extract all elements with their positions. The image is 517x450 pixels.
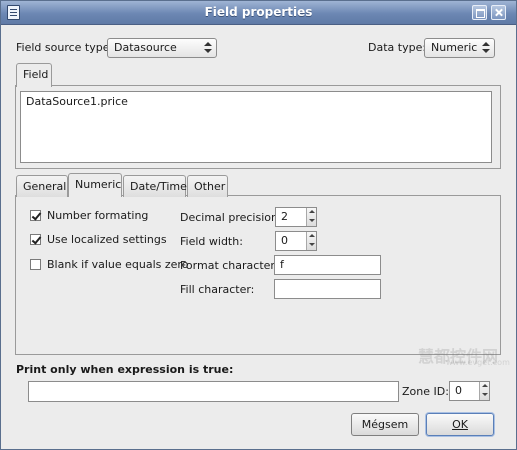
tab-field[interactable]: Field: [16, 63, 52, 87]
tab-other[interactable]: Other: [187, 175, 228, 197]
cancel-button-label: Mégsem: [361, 418, 409, 431]
zone-id-spinner[interactable]: 0: [449, 381, 490, 401]
field-expression-value: DataSource1.price: [26, 95, 128, 108]
fill-character-label: Fill character:: [180, 283, 255, 296]
print-expression-input[interactable]: [28, 381, 399, 402]
spinner-buttons[interactable]: [479, 382, 489, 400]
watermark-url: www.evget.com: [446, 358, 510, 367]
format-character-input[interactable]: f: [274, 255, 381, 275]
spin-down-icon[interactable]: [309, 243, 315, 246]
spinner-buttons[interactable]: [306, 232, 316, 250]
number-formatting-checkbox[interactable]: [30, 210, 41, 221]
localized-settings-checkbox[interactable]: [30, 234, 41, 245]
blank-zero-checkbox[interactable]: [30, 259, 41, 270]
tab-general[interactable]: General: [16, 175, 68, 197]
field-width-label: Field width:: [180, 235, 243, 248]
decimal-precision-spinner[interactable]: 2: [275, 207, 317, 227]
decimal-precision-value: 2: [281, 210, 288, 223]
zone-id-value: 0: [455, 384, 462, 397]
spin-up-icon[interactable]: [309, 234, 315, 237]
source-type-select[interactable]: Datasource: [107, 38, 217, 58]
tab-field-label: Field: [23, 68, 49, 81]
spin-up-icon[interactable]: [309, 210, 315, 213]
combo-arrows-icon: [482, 41, 490, 55]
source-type-label: Field source type:: [16, 41, 114, 54]
window-title: Field properties: [204, 5, 313, 19]
tab-datetime[interactable]: Date/Time: [123, 175, 187, 197]
ok-button-label: OK: [452, 418, 468, 431]
source-type-value: Datasource: [114, 41, 177, 54]
fill-character-input[interactable]: [274, 279, 381, 299]
format-character-value: f: [280, 258, 284, 271]
field-width-value: 0: [281, 234, 288, 247]
field-expression-textarea[interactable]: DataSource1.price: [20, 91, 492, 163]
title-bar[interactable]: Field properties: [1, 1, 516, 25]
combo-arrows-icon: [204, 41, 212, 55]
zone-id-label: Zone ID:: [402, 385, 449, 398]
maximize-icon[interactable]: [472, 5, 487, 20]
localized-settings-label: Use localized settings: [47, 233, 167, 246]
tab-general-label: General: [23, 180, 67, 193]
cancel-button[interactable]: Mégsem: [351, 413, 419, 436]
spin-up-icon[interactable]: [482, 384, 488, 387]
tab-other-label: Other: [194, 180, 226, 193]
spin-down-icon[interactable]: [482, 393, 488, 396]
field-width-spinner[interactable]: 0: [275, 231, 317, 251]
data-type-label: Data type:: [368, 41, 427, 54]
decimal-precision-label: Decimal precision:: [180, 211, 282, 224]
tab-numeric[interactable]: Numeric: [68, 173, 122, 197]
data-type-select[interactable]: Numeric: [424, 38, 495, 58]
spin-down-icon[interactable]: [309, 219, 315, 222]
close-icon[interactable]: [491, 5, 506, 20]
tab-datetime-label: Date/Time: [130, 180, 187, 193]
blank-zero-label: Blank if value equals zero: [47, 258, 189, 271]
tab-numeric-label: Numeric: [75, 178, 122, 191]
data-type-value: Numeric: [431, 41, 478, 54]
spinner-buttons[interactable]: [306, 208, 316, 226]
ok-button[interactable]: OK: [426, 413, 494, 436]
format-character-label: Format character:: [180, 259, 279, 272]
number-formatting-label: Number formating: [47, 209, 149, 222]
print-expression-label: Print only when expression is true:: [16, 363, 234, 376]
field-properties-dialog: Field properties Field source type: Data…: [0, 0, 517, 450]
